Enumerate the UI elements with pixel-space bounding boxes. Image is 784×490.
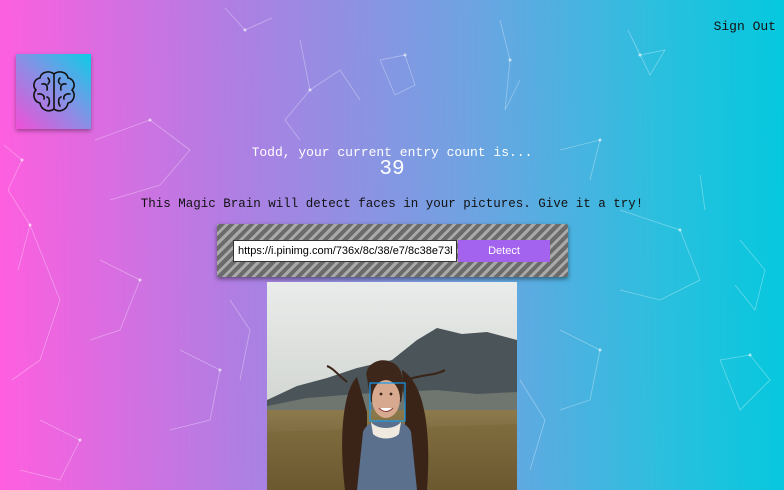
- image-link-form: Detect: [217, 224, 568, 277]
- logo: [16, 54, 91, 129]
- brain-icon: [32, 70, 75, 112]
- entry-count-value: 39: [379, 158, 405, 181]
- sign-out-link[interactable]: Sign Out: [714, 19, 776, 34]
- image-url-input[interactable]: [233, 240, 457, 262]
- intro-text: This Magic Brain will detect faces in yo…: [140, 197, 644, 211]
- face-photo: [267, 282, 517, 490]
- detect-button[interactable]: Detect: [458, 240, 550, 262]
